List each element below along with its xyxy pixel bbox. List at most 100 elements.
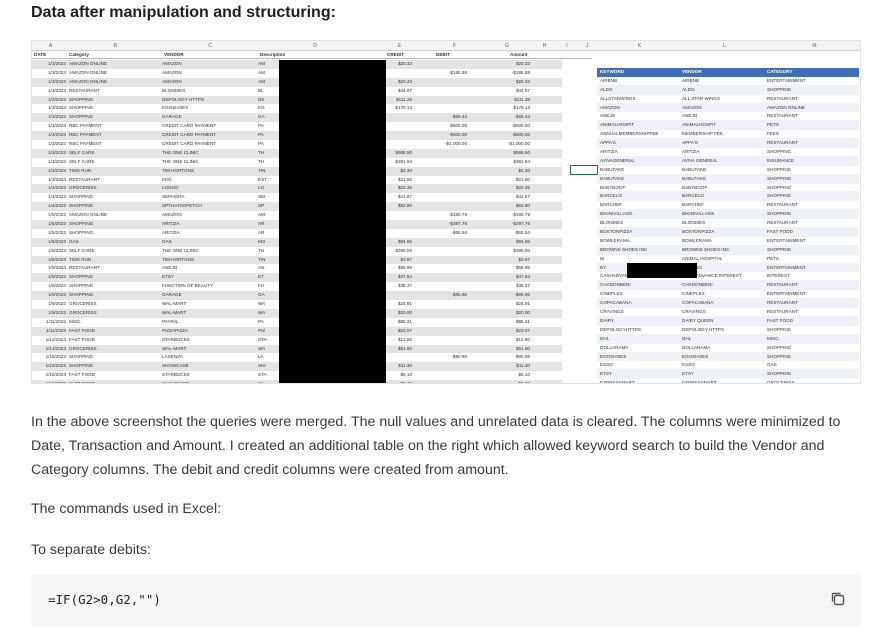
cell-vendor[interactable]: THE ONE CLINIC <box>162 158 199 167</box>
cell-date[interactable]: 1/9/2023 <box>36 291 66 300</box>
cell-date[interactable]: 1/3/2023 <box>36 87 66 96</box>
cell-debit[interactable]: -$56.44 <box>427 113 467 122</box>
cell-description[interactable]: WA <box>258 345 265 354</box>
cell-category[interactable]: SHOPPING <box>69 291 93 300</box>
lookup-keyword[interactable]: ANNUALMEMBERSHIPFEE <box>600 130 658 139</box>
cell-amount[interactable]: $24.91 <box>482 300 530 309</box>
lookup-category[interactable]: RESTAURANT <box>767 308 798 317</box>
cell-amount[interactable]: $20.33 <box>482 60 530 69</box>
cell-amount[interactable]: $41.87 <box>482 193 530 202</box>
cell-amount[interactable]: -$85.96 <box>482 291 530 300</box>
cell-category[interactable]: RESTAURANT <box>69 264 100 273</box>
cell-date[interactable]: 1/11/2023 <box>36 327 66 336</box>
cell-date[interactable]: 1/3/2023 <box>36 176 66 185</box>
lookup-category[interactable]: GAS <box>767 361 777 370</box>
cell-category[interactable]: SHOPPING <box>69 273 93 282</box>
cell-vendor[interactable]: AMAZON <box>162 69 182 78</box>
cell-amount[interactable]: -$1,000.00 <box>482 140 530 149</box>
cell-amount[interactable]: -$65.54 <box>482 229 530 238</box>
cell-description[interactable]: EST <box>258 176 267 185</box>
cell-amount[interactable]: $22.35 <box>482 184 530 193</box>
cell-vendor[interactable]: FUNCTION OF BEAUTY <box>162 282 213 291</box>
cell-vendor[interactable]: GAS <box>162 238 172 247</box>
lookup-vendor[interactable]: MEMBERSHIP FEE <box>682 130 723 139</box>
cell-vendor[interactable]: SUSHISHOP <box>162 380 189 383</box>
cell-amount[interactable]: $23.07 <box>482 327 530 336</box>
cell-debit[interactable]: -$90.68 <box>427 353 467 362</box>
header-credit[interactable]: CREDIT <box>387 51 404 59</box>
cell-description[interactable]: STA <box>258 336 267 345</box>
lookup-keyword[interactable]: CINEPLEX <box>600 290 623 299</box>
cell-amount[interactable]: $11.30 <box>482 362 530 371</box>
lookup-category[interactable]: SHOPPING <box>767 148 791 157</box>
cell-amount[interactable]: $85.31 <box>482 318 530 327</box>
cell-date[interactable]: 1/3/2023 <box>36 104 66 113</box>
cell-amount[interactable]: $20.00 <box>482 309 530 318</box>
lookup-category[interactable]: RESTAURANT <box>767 281 798 290</box>
cell-date[interactable]: 1/9/2023 <box>36 282 66 291</box>
cell-description[interactable]: LA <box>258 353 264 362</box>
lookup-vendor[interactable]: APPA'S <box>682 139 698 148</box>
lookup-vendor[interactable]: BOSTONPIZZA <box>682 228 714 237</box>
lookup-vendor[interactable]: AVIVA GENERAL <box>682 157 718 166</box>
cell-description[interactable]: KEI <box>258 238 265 247</box>
cell-amount[interactable]: $35.37 <box>482 282 530 291</box>
cell-description[interactable]: GA <box>258 291 265 300</box>
lookup-category[interactable]: RESTAURANT <box>767 219 798 228</box>
lookup-keyword[interactable]: APPA'S <box>600 139 616 148</box>
lookup-category[interactable]: RESTAURANT <box>767 139 798 148</box>
lookup-keyword[interactable]: ALDO <box>600 86 613 95</box>
cell-date[interactable]: 1/3/2023 <box>36 140 66 149</box>
cell-date[interactable]: 1/11/2023 <box>36 318 66 327</box>
lookup-vendor[interactable]: AMAZON <box>682 104 702 113</box>
lookup-category[interactable]: SHOPPING <box>767 175 791 184</box>
cell-description[interactable]: TH <box>258 149 264 158</box>
cell-amount[interactable]: $3.97 <box>482 256 531 265</box>
lookup-keyword[interactable]: DEPOLOGYHTTPS <box>600 326 641 335</box>
cell-category[interactable]: SHOPPING <box>69 202 93 211</box>
lookup-vendor[interactable]: ALL STAR WINGS <box>682 95 720 104</box>
lookup-keyword[interactable]: AIRBNB <box>600 77 617 86</box>
cell-amount[interactable]: -$397.76 <box>482 220 530 229</box>
lookup-keyword[interactable]: ESSO <box>600 361 613 370</box>
cell-amount[interactable]: $62.80 <box>482 202 530 211</box>
lookup-keyword[interactable]: AVIVAGENERAL <box>600 157 635 166</box>
lookup-keyword[interactable]: DAIRY <box>600 317 614 326</box>
cell-date[interactable]: 1/9/2023 <box>36 273 66 282</box>
cell-description[interactable]: AM <box>258 69 265 78</box>
cell-description[interactable]: TIN <box>258 167 265 176</box>
lookup-header-keyword[interactable]: KEYWORD <box>600 68 624 77</box>
cell-amount[interactable]: -$90.68 <box>482 353 530 362</box>
lookup-vendor[interactable]: ALDO <box>682 86 695 95</box>
lookup-keyword[interactable]: BROWNS SHOES INC <box>600 246 647 255</box>
cell-description[interactable]: BL <box>258 87 264 96</box>
lookup-vendor[interactable]: CINEPLEX <box>682 290 705 299</box>
cell-category[interactable]: FAST FOOD <box>69 336 95 345</box>
cell-category[interactable]: FAST FOOD <box>69 371 95 380</box>
lookup-category[interactable]: PETS <box>767 121 779 130</box>
cell-description[interactable]: WA <box>258 300 265 309</box>
lookup-category[interactable]: ENTERTAINMENT <box>767 237 806 246</box>
cell-debit[interactable]: -$500.00 <box>427 131 467 140</box>
cell-amount[interactable]: $12.60 <box>482 336 530 345</box>
cell-debit[interactable]: -$65.54 <box>427 229 467 238</box>
cell-vendor[interactable]: EGOSHOES <box>162 104 188 113</box>
cell-amount[interactable]: -$56.44 <box>482 113 530 122</box>
cell-description[interactable]: AM <box>258 78 265 87</box>
cell-vendor[interactable]: ANEJO <box>162 264 177 273</box>
lookup-category[interactable]: GROCERIES <box>767 379 795 383</box>
cell-description[interactable]: PA <box>258 122 264 131</box>
cell-date[interactable]: 1/5/2023 <box>36 211 66 220</box>
lookup-category[interactable]: SHOPPING <box>767 344 791 353</box>
lookup-vendor[interactable]: BLONDIES <box>682 219 705 228</box>
lookup-vendor[interactable]: ESSO <box>682 361 695 370</box>
cell-amount[interactable]: $5.72 <box>482 380 531 383</box>
lookup-header-vendor[interactable]: VENDOR <box>682 68 702 77</box>
cell-amount[interactable]: $988.50 <box>482 149 530 158</box>
cell-amount[interactable]: $6.10 <box>482 371 531 380</box>
cell-amount[interactable]: -$180.79 <box>482 211 530 220</box>
cell-date[interactable]: 1/5/2023 <box>36 238 66 247</box>
cell-category[interactable]: RESTAURANT <box>69 176 100 185</box>
cell-date[interactable]: 1/5/2023 <box>36 220 66 229</box>
cell-category[interactable]: SELF CARE <box>69 158 95 167</box>
